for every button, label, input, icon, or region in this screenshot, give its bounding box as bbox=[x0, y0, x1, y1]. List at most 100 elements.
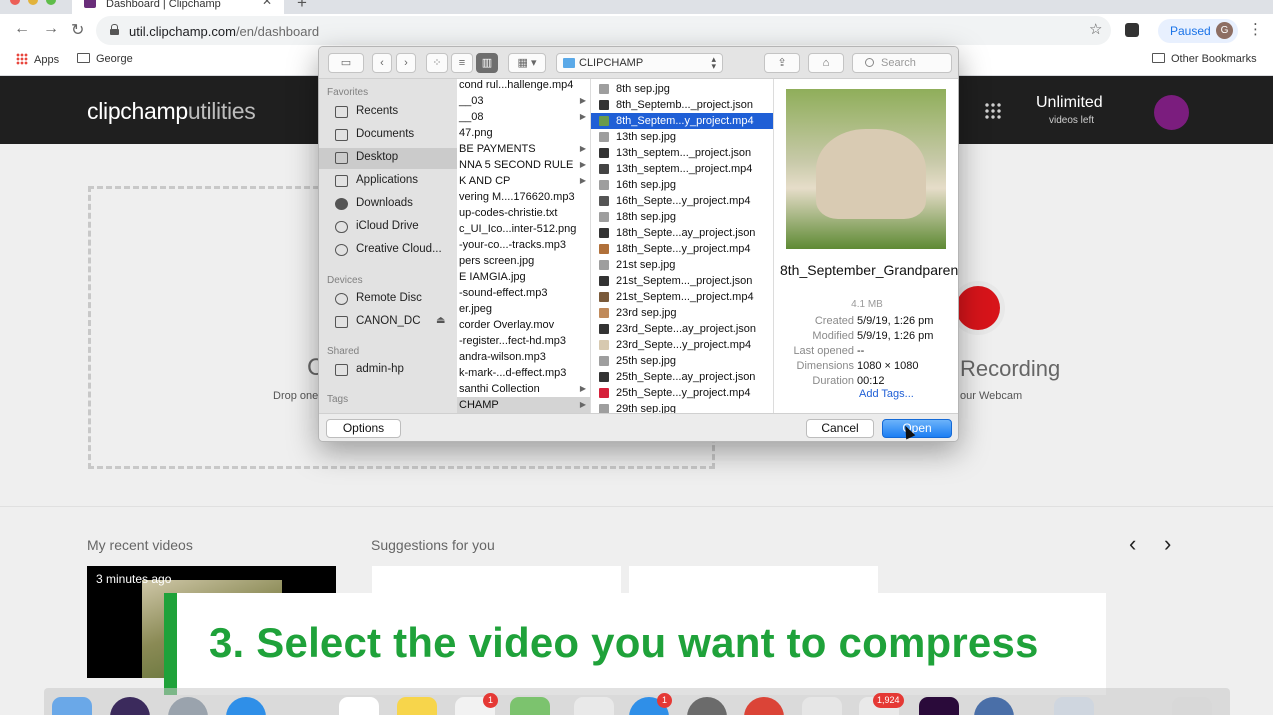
forward-icon[interactable]: → bbox=[43, 20, 59, 38]
finder-icon[interactable] bbox=[52, 697, 92, 715]
minimize-window-icon[interactable] bbox=[28, 0, 38, 5]
bookmark-star-icon[interactable]: ☆ bbox=[1089, 20, 1102, 38]
list-item[interactable]: 25th sep.jpg bbox=[591, 353, 773, 369]
list-item[interactable]: 25th_Septe...ay_project.json bbox=[591, 369, 773, 385]
sidebar-item-icloud[interactable]: iCloud Drive bbox=[319, 217, 457, 238]
share-icon[interactable]: ⇪ bbox=[764, 53, 800, 73]
open-button[interactable]: Open bbox=[882, 419, 952, 438]
sidebar-item-desktop[interactable]: Desktop bbox=[319, 148, 457, 169]
list-item[interactable]: 23rd_Septe...ay_project.json bbox=[591, 321, 773, 337]
list-item[interactable]: 25th_Septe...y_project.mp4 bbox=[591, 385, 773, 401]
search-input[interactable]: Search bbox=[852, 53, 952, 73]
list-item[interactable]: 18th_Septe...y_project.mp4 bbox=[591, 241, 773, 257]
trash-icon[interactable] bbox=[1172, 697, 1212, 715]
sidebar-item-downloads[interactable]: Downloads bbox=[319, 194, 457, 215]
path-popup[interactable]: CLIPCHAMP ▴ ▾ bbox=[556, 53, 723, 73]
reload-icon[interactable]: ↻ bbox=[71, 20, 84, 40]
messages-icon[interactable]: 1 bbox=[455, 693, 498, 715]
mail-icon[interactable]: 1,924 bbox=[859, 693, 904, 715]
sidebar-item-admin-hp[interactable]: admin-hp bbox=[319, 360, 457, 381]
list-view-icon[interactable]: ≡ bbox=[451, 53, 473, 73]
quicktime-icon[interactable] bbox=[974, 697, 1014, 715]
close-window-icon[interactable] bbox=[10, 0, 20, 5]
launchpad-icon[interactable] bbox=[168, 697, 208, 715]
list-item[interactable]: 18th_Septe...ay_project.json bbox=[591, 225, 773, 241]
chrome-icon[interactable] bbox=[744, 697, 784, 715]
list-item[interactable]: 13th sep.jpg bbox=[591, 129, 773, 145]
list-item[interactable]: E IAMGIA.jpg bbox=[457, 269, 590, 285]
list-item[interactable]: -register...fect-hd.mp3 bbox=[457, 333, 590, 349]
cancel-button[interactable]: Cancel bbox=[806, 419, 874, 438]
sidebar-item-creative-cloud[interactable]: Creative Cloud... bbox=[319, 240, 457, 261]
list-item[interactable]: up-codes-christie.txt bbox=[457, 205, 590, 221]
bookmark-george[interactable]: George bbox=[77, 53, 133, 65]
eject-icon[interactable]: ⏏ bbox=[436, 315, 445, 326]
add-tags-link[interactable]: Add Tags... bbox=[859, 388, 914, 400]
list-item[interactable]: BE PAYMENTS ▶ bbox=[457, 141, 590, 157]
list-item[interactable]: 16th sep.jpg bbox=[591, 177, 773, 193]
forward-icon[interactable]: › bbox=[396, 53, 416, 73]
browser-menu-icon[interactable]: ⋮ bbox=[1248, 20, 1263, 38]
list-item[interactable]: 23rd sep.jpg bbox=[591, 305, 773, 321]
browser-tab[interactable]: Dashboard | Clipchamp ✕ bbox=[72, 0, 284, 14]
record-button[interactable] bbox=[951, 281, 1005, 335]
list-item[interactable]: 8th sep.jpg bbox=[591, 81, 773, 97]
back-icon[interactable]: ← bbox=[14, 20, 30, 38]
downloads-stack-icon[interactable] bbox=[1054, 697, 1094, 715]
list-item[interactable]: santhi Collection ▶ bbox=[457, 381, 590, 397]
icon-view-icon[interactable]: ⁘ bbox=[426, 53, 448, 73]
sidebar-item-documents[interactable]: Documents bbox=[319, 125, 457, 146]
list-item[interactable]: 21st_Septem..._project.mp4 bbox=[591, 289, 773, 305]
options-button[interactable]: Options bbox=[326, 419, 401, 438]
list-item[interactable]: -sound-effect.mp3 bbox=[457, 285, 590, 301]
list-item[interactable]: 21st sep.jpg bbox=[591, 257, 773, 273]
app-store-icon[interactable]: 1 bbox=[629, 693, 672, 715]
premiere-icon[interactable] bbox=[919, 697, 959, 715]
list-item[interactable]: c_UI_Ico...inter-512.png bbox=[457, 221, 590, 237]
list-item[interactable]: -your-co...-tracks.mp3 bbox=[457, 237, 590, 253]
list-item[interactable]: cond rul...hallenge.mp4 bbox=[457, 79, 590, 93]
list-item[interactable]: er.jpeg bbox=[457, 301, 590, 317]
list-item[interactable]: 18th sep.jpg bbox=[591, 209, 773, 225]
calendar-icon[interactable] bbox=[339, 697, 379, 715]
list-item[interactable]: k-mark-...d-effect.mp3 bbox=[457, 365, 590, 381]
carousel-prev-icon[interactable]: ‹ bbox=[1129, 531, 1136, 557]
photos-icon[interactable] bbox=[574, 697, 614, 715]
preview-icon[interactable] bbox=[802, 697, 842, 715]
list-item[interactable]: 13th_septem..._project.json bbox=[591, 145, 773, 161]
sidebar-item-recents[interactable]: Recents bbox=[319, 102, 457, 123]
back-icon[interactable]: ‹ bbox=[372, 53, 392, 73]
list-item[interactable]: vering M....176620.mp3 bbox=[457, 189, 590, 205]
column-view-icon[interactable]: ▥ bbox=[476, 53, 498, 73]
safari-icon[interactable] bbox=[226, 697, 266, 715]
sidebar-item-applications[interactable]: Applications bbox=[319, 171, 457, 192]
list-item[interactable]: CHAMP ▶ bbox=[457, 397, 590, 413]
user-avatar[interactable] bbox=[1154, 95, 1189, 130]
list-item[interactable]: pers screen.jpg bbox=[457, 253, 590, 269]
carousel-next-icon[interactable]: › bbox=[1164, 531, 1171, 557]
address-bar[interactable]: util.clipchamp.com/en/dashboard bbox=[96, 16, 1111, 45]
list-item[interactable]: 16th_Septe...y_project.mp4 bbox=[591, 193, 773, 209]
tab-close-icon[interactable]: ✕ bbox=[262, 0, 272, 8]
tag-icon[interactable]: ⌂ bbox=[808, 53, 844, 73]
apps-menu-icon[interactable] bbox=[984, 102, 1002, 120]
list-item[interactable]: NNA 5 SECOND RULE ▶ bbox=[457, 157, 590, 173]
list-item[interactable]: 29th sep.jpg bbox=[591, 401, 773, 413]
clipchamp-logo[interactable]: clipchamputilities bbox=[87, 98, 256, 125]
bookmark-other[interactable]: Other Bookmarks bbox=[1152, 53, 1257, 65]
system-preferences-icon[interactable] bbox=[687, 697, 727, 715]
siri-icon[interactable] bbox=[110, 697, 150, 715]
maximize-window-icon[interactable] bbox=[46, 0, 56, 5]
list-item[interactable]: andra-wilson.mp3 bbox=[457, 349, 590, 365]
list-item[interactable]: 47.png bbox=[457, 125, 590, 141]
list-item[interactable]: __08 ▶ bbox=[457, 109, 590, 125]
bookmark-apps[interactable]: Apps bbox=[16, 53, 59, 66]
group-view-icon[interactable]: ▦ ▾ bbox=[508, 53, 546, 73]
extension-icon[interactable] bbox=[1125, 23, 1139, 37]
profile-button[interactable]: Paused G bbox=[1158, 19, 1238, 43]
list-item[interactable]: 8th_Septemb..._project.json bbox=[591, 97, 773, 113]
sidebar-item-remote-disc[interactable]: Remote Disc bbox=[319, 289, 457, 310]
list-item-selected[interactable]: 8th_Septem...y_project.mp4 bbox=[591, 113, 773, 129]
list-item[interactable]: 21st_Septem..._project.json bbox=[591, 273, 773, 289]
list-item[interactable]: corder Overlay.mov bbox=[457, 317, 590, 333]
